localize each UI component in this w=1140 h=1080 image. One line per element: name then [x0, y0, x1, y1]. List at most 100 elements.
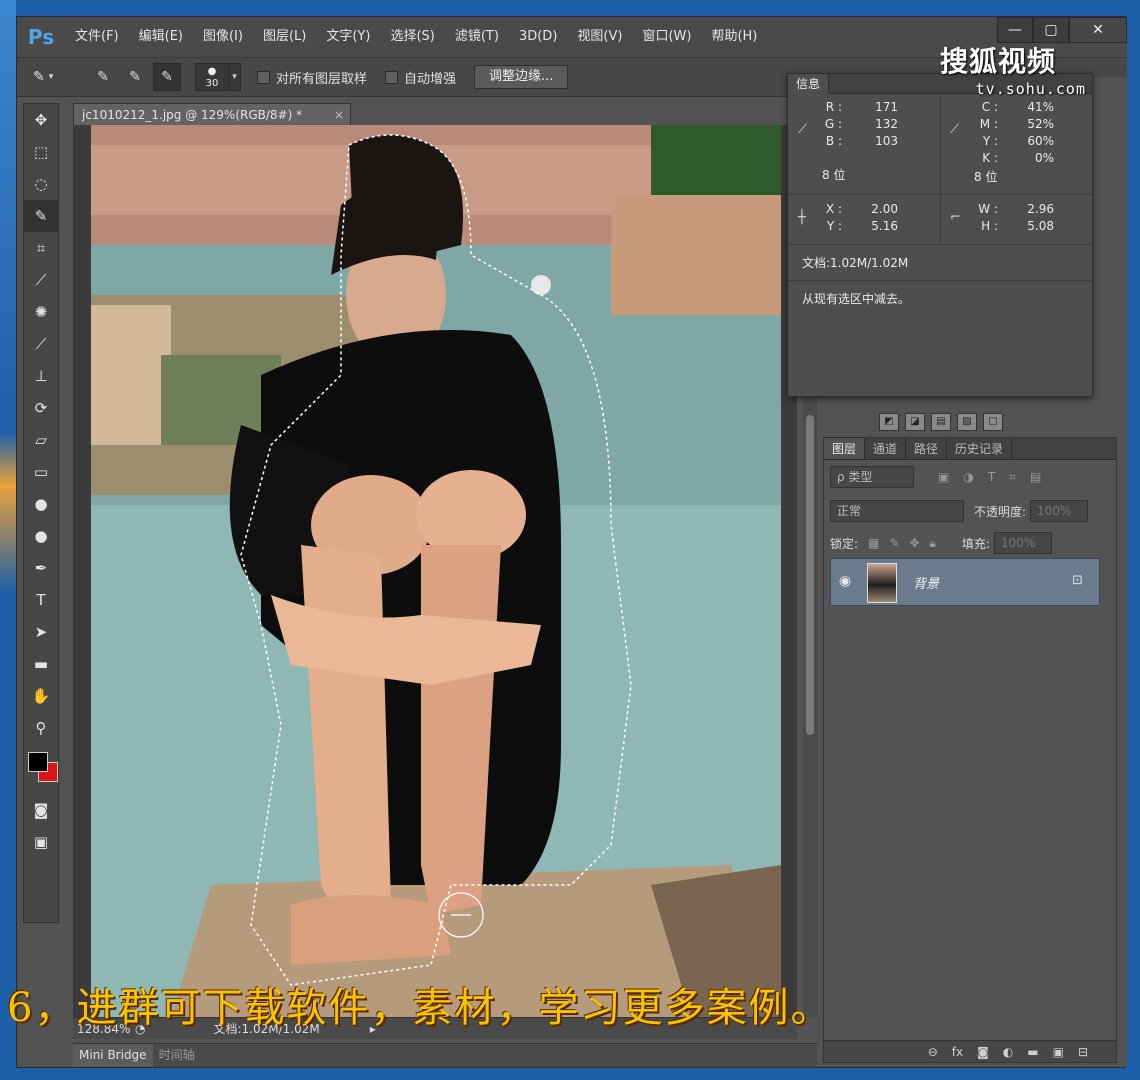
- history-brush-tool[interactable]: ⟳: [24, 392, 58, 424]
- solid-color-icon[interactable]: ▢: [983, 413, 1003, 431]
- new-group-icon[interactable]: ▬: [1027, 1045, 1038, 1059]
- tab-mini-bridge[interactable]: Mini Bridge: [73, 1044, 153, 1067]
- lock-pixels-icon[interactable]: ✎: [889, 536, 899, 550]
- scrollbar-thumb[interactable]: [806, 415, 814, 735]
- layer-filter-kind-select[interactable]: ρ 类型: [830, 466, 914, 488]
- marquee-tool[interactable]: ⬚: [24, 136, 58, 168]
- menu-3d[interactable]: 3D(D): [509, 17, 567, 57]
- marquee-icon: ⬚: [33, 143, 49, 161]
- filter-type-icon[interactable]: T: [988, 470, 995, 484]
- tab-layers[interactable]: 图层: [824, 438, 866, 459]
- brush-tool[interactable]: ⟋: [24, 328, 58, 360]
- crop-icon: ⌗: [36, 239, 46, 257]
- trash-icon[interactable]: ⊟: [1078, 1045, 1088, 1059]
- tool-preset-picker[interactable]: ✎ ▾: [33, 63, 89, 91]
- opacity-input[interactable]: 100%: [1030, 500, 1089, 522]
- pen-tool[interactable]: ✒: [24, 552, 58, 584]
- clone-stamp-tool[interactable]: ⊥: [24, 360, 58, 392]
- lock-position-icon[interactable]: ✥: [909, 536, 919, 550]
- filter-smart-icon[interactable]: ▤: [1030, 470, 1041, 484]
- document-tab[interactable]: jc1010212_1.jpg @ 129%(RGB/8#) * ×: [73, 103, 351, 125]
- tab-paths[interactable]: 路径: [906, 438, 948, 459]
- info-g-value: 132: [875, 117, 898, 131]
- app-logo[interactable]: Ps: [17, 17, 65, 57]
- link-layers-icon[interactable]: ⊖: [928, 1045, 938, 1059]
- eraser-tool[interactable]: ▱: [24, 424, 58, 456]
- brush-dropdown-button[interactable]: ▾: [229, 63, 241, 91]
- menu-file[interactable]: 文件(F): [65, 17, 129, 57]
- menu-layer[interactable]: 图层(L): [253, 17, 316, 57]
- history-brush-icon: ⟳: [34, 399, 48, 417]
- refine-edge-button[interactable]: 调整边缘...: [474, 65, 569, 89]
- healing-brush-tool[interactable]: ✺: [24, 296, 58, 328]
- document-photo[interactable]: [91, 125, 781, 1017]
- tab-timeline[interactable]: 时间轴: [153, 1044, 201, 1067]
- gradient-tool[interactable]: ▭: [24, 456, 58, 488]
- filter-image-icon[interactable]: ▣: [938, 470, 949, 484]
- main-menu: 文件(F) 编辑(E) 图像(I) 图层(L) 文字(Y) 选择(S) 滤镜(T…: [65, 17, 767, 57]
- auto-enhance-label: 自动增强: [404, 71, 457, 87]
- path-selection-tool[interactable]: ➤: [24, 616, 58, 648]
- move-tool[interactable]: ✥: [24, 104, 58, 136]
- info-m-value: 52%: [1027, 117, 1054, 131]
- lock-all-icon[interactable]: 🔒︎: [930, 536, 936, 551]
- sample-all-layers-label: 对所有图层取样: [276, 71, 368, 87]
- quick-mask-button[interactable]: ◙: [24, 794, 58, 826]
- eyedropper-tool[interactable]: ⟋: [24, 264, 58, 296]
- tab-history[interactable]: 历史记录: [947, 438, 1013, 459]
- blend-mode-select[interactable]: 正常: [830, 500, 964, 522]
- close-document-icon[interactable]: ×: [334, 104, 344, 125]
- brush-new-icon: ✎: [97, 69, 109, 85]
- layer-background[interactable]: ◉ 背景 ⊡: [830, 558, 1100, 606]
- menu-image[interactable]: 图像(I): [193, 17, 253, 57]
- canvas-area[interactable]: [73, 125, 797, 1017]
- watermark-url: tv.sohu.com: [975, 80, 1086, 98]
- zoom-tool[interactable]: ⚲: [24, 712, 58, 744]
- brush-size-picker[interactable]: ● 30: [195, 63, 229, 91]
- photoshop-window: Ps 文件(F) 编辑(E) 图像(I) 图层(L) 文字(Y) 选择(S) 滤…: [7, 16, 1127, 1068]
- eye-icon[interactable]: ◉: [833, 573, 857, 589]
- new-selection-mode-button[interactable]: ✎: [89, 63, 117, 91]
- lock-transparency-icon[interactable]: ▦: [868, 536, 879, 550]
- eyedropper-icon: ⟋: [798, 122, 808, 137]
- fill-input[interactable]: 100%: [993, 532, 1052, 554]
- gradient-map-icon[interactable]: ▤: [931, 413, 951, 431]
- adjustment-layer-icon[interactable]: ◐: [1003, 1045, 1013, 1059]
- type-tool[interactable]: T: [24, 584, 58, 616]
- menu-view[interactable]: 视图(V): [567, 17, 632, 57]
- subtract-from-selection-mode-button[interactable]: ✎: [153, 63, 181, 91]
- info-divider-2: [788, 244, 1094, 245]
- filter-adjust-icon[interactable]: ◑: [963, 470, 973, 484]
- eyedropper-icon: ⟋: [35, 271, 47, 289]
- screen-mode-button[interactable]: ▣: [24, 826, 58, 858]
- channel-mixer-icon[interactable]: ▨: [957, 413, 977, 431]
- lasso-tool[interactable]: ◌: [24, 168, 58, 200]
- curves-icon[interactable]: ◩: [879, 413, 899, 431]
- bottom-panel-tabs: Mini Bridge 时间轴: [73, 1043, 817, 1067]
- opacity-label: 不透明度:: [974, 504, 1027, 519]
- menu-edit[interactable]: 编辑(E): [129, 17, 193, 57]
- crop-tool[interactable]: ⌗: [24, 232, 58, 264]
- tab-channels[interactable]: 通道: [865, 438, 907, 459]
- menu-type[interactable]: 文字(Y): [316, 17, 380, 57]
- sample-all-layers-checkbox[interactable]: [257, 70, 270, 84]
- add-mask-icon[interactable]: ◙: [977, 1045, 989, 1059]
- fx-icon[interactable]: fx: [952, 1045, 963, 1059]
- foreground-color-swatch[interactable]: [28, 752, 48, 772]
- add-to-selection-mode-button[interactable]: ✎: [121, 63, 149, 91]
- brush-add-icon: ✎: [129, 69, 141, 85]
- menu-window[interactable]: 窗口(W): [632, 17, 701, 57]
- blur-tool[interactable]: ●: [24, 488, 58, 520]
- dodge-tool[interactable]: ●: [24, 520, 58, 552]
- menu-help[interactable]: 帮助(H): [701, 17, 767, 57]
- menu-filter[interactable]: 滤镜(T): [445, 17, 509, 57]
- tab-info[interactable]: 信息: [788, 74, 830, 94]
- exposure-icon[interactable]: ◪: [905, 413, 925, 431]
- quick-selection-tool[interactable]: ✎: [24, 200, 58, 232]
- menu-select[interactable]: 选择(S): [380, 17, 444, 57]
- auto-enhance-checkbox[interactable]: [385, 70, 399, 84]
- new-layer-icon[interactable]: ▣: [1053, 1045, 1064, 1059]
- filter-shape-icon[interactable]: ⌗: [1009, 470, 1016, 485]
- hand-tool[interactable]: ✋: [24, 680, 58, 712]
- shape-tool[interactable]: ▬: [24, 648, 58, 680]
